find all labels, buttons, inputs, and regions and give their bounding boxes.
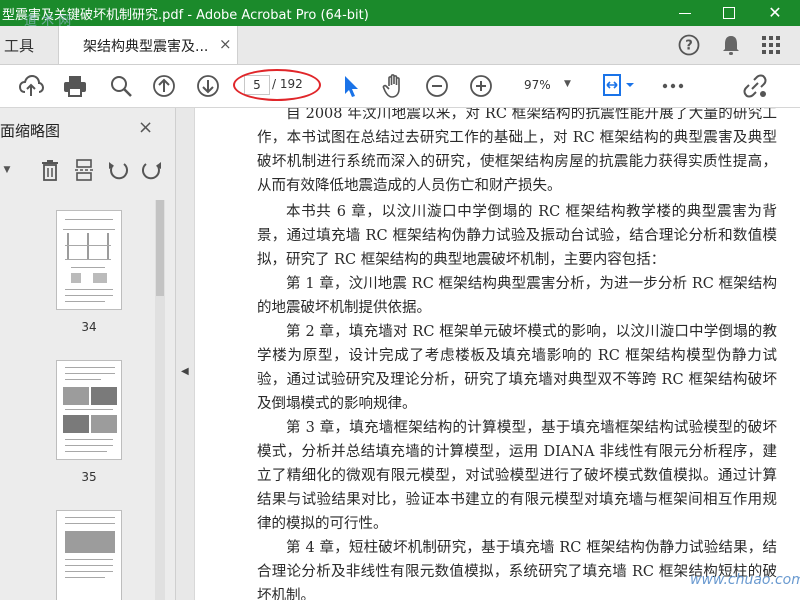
thumbnail-page[interactable] bbox=[56, 360, 122, 460]
app-window: 型震害及关键破坏机制研究.pdf - Adobe Acrobat Pro (64… bbox=[0, 0, 800, 600]
close-window-button[interactable]: ✕ bbox=[752, 0, 798, 26]
panel-options-dropdown[interactable]: ▼ bbox=[0, 158, 14, 182]
panel-title: 面缩略图 bbox=[0, 122, 61, 140]
title-bar: 型震害及关键破坏机制研究.pdf - Adobe Acrobat Pro (64… bbox=[0, 0, 800, 26]
select-tool-button[interactable] bbox=[338, 73, 364, 99]
rotate-left-button[interactable] bbox=[106, 158, 130, 182]
close-icon: ✕ bbox=[768, 3, 782, 22]
tab-document-label: 架结构典型震害及... bbox=[83, 39, 209, 55]
thumbnail-label: 34 bbox=[81, 320, 97, 334]
document-view[interactable]: 自 2008 年汶川地震以来，对 RC 框架结构的抗震性能开展了大量的研究工作，… bbox=[194, 108, 800, 600]
search-button[interactable] bbox=[108, 73, 134, 99]
scrollbar-thumb[interactable] bbox=[156, 200, 164, 296]
more-icon bbox=[662, 83, 684, 89]
thumbnail-label: 35 bbox=[81, 470, 97, 484]
panel-scrollbar[interactable] bbox=[155, 200, 165, 600]
paragraph: 第 2 章，填充墙对 RC 框架单元破坏模式的影响，以汶川漩口中学倒塌的教学楼为… bbox=[257, 324, 777, 412]
help-icon: ? bbox=[678, 34, 700, 56]
extract-page-button[interactable] bbox=[72, 158, 96, 182]
watermark: 道 术 网 bbox=[24, 14, 72, 29]
rotate-right-button[interactable] bbox=[140, 158, 164, 182]
zoom-in-button[interactable] bbox=[468, 73, 494, 99]
help-button[interactable]: ? bbox=[676, 32, 702, 58]
paragraph: 本书共 6 章，以汶川漩口中学倒塌的 RC 框架结构教学楼的典型震害为背景，通过… bbox=[257, 204, 777, 268]
zoom-search-icon bbox=[111, 76, 132, 97]
print-icon bbox=[64, 76, 86, 97]
paragraph: 自 2008 年汶川地震以来，对 RC 框架结构的抗震性能开展了大量的研究工作，… bbox=[257, 108, 777, 194]
panel-close-button[interactable]: × bbox=[138, 117, 153, 138]
hand-tool-icon bbox=[382, 74, 400, 98]
hand-tool-button[interactable] bbox=[381, 73, 407, 99]
trash-icon bbox=[42, 160, 58, 181]
main-toolbar: 5 / 192 97% ▼ bbox=[0, 65, 800, 108]
page-thumbnails-panel: 面缩略图 × ▼ 34 35 bbox=[0, 108, 176, 600]
panel-toolbar: ▼ bbox=[0, 156, 176, 186]
paragraph: 第 3 章，填充墙框架结构的计算模型，基于填充墙框架结构试验模型的破坏模式，分析… bbox=[257, 420, 777, 532]
apps-grid-icon bbox=[762, 36, 780, 54]
tab-tools[interactable]: 工具 bbox=[0, 26, 52, 64]
zoom-select[interactable]: 97% ▼ bbox=[512, 75, 578, 97]
thumbnail-page[interactable] bbox=[56, 510, 122, 600]
zoom-out-button[interactable] bbox=[424, 73, 450, 99]
maximize-icon bbox=[723, 7, 735, 19]
next-page-button[interactable] bbox=[195, 73, 221, 99]
fit-page-button[interactable] bbox=[602, 73, 636, 99]
zoom-out-icon bbox=[426, 75, 448, 97]
notifications-button[interactable] bbox=[718, 32, 744, 58]
select-pointer-icon bbox=[345, 76, 358, 97]
paragraph: 第 4 章，短柱破坏机制研究，基于填充墙 RC 框架结构伪静力试验结果，结合理论… bbox=[257, 540, 777, 600]
zoom-in-icon bbox=[470, 75, 492, 97]
upload-button[interactable] bbox=[18, 73, 44, 99]
cloud-upload-icon bbox=[18, 74, 44, 96]
zoom-value: 97% bbox=[524, 78, 551, 92]
minimize-icon bbox=[679, 12, 691, 14]
share-link-button[interactable] bbox=[742, 73, 768, 99]
tab-bar: 工具 架结构典型震害及... × ? bbox=[0, 26, 800, 65]
chevron-down-icon: ▼ bbox=[564, 79, 571, 89]
fit-page-icon bbox=[603, 74, 634, 96]
apps-button[interactable] bbox=[758, 32, 784, 58]
chevron-down-icon: ▼ bbox=[3, 165, 11, 175]
extract-icon bbox=[75, 159, 93, 181]
print-button[interactable] bbox=[62, 73, 88, 99]
rotate-left-icon bbox=[109, 162, 129, 180]
page-up-icon bbox=[153, 75, 175, 97]
bell-icon bbox=[723, 36, 739, 55]
delete-page-button[interactable] bbox=[38, 158, 62, 182]
maximize-button[interactable] bbox=[706, 0, 752, 26]
chevron-left-icon: ◀ bbox=[181, 366, 189, 377]
thumbnail-page[interactable] bbox=[56, 210, 122, 310]
site-logo: www.chuao.com bbox=[690, 572, 800, 588]
share-link-icon bbox=[743, 74, 767, 98]
paragraph: 第 1 章，汶川地震 RC 框架结构典型震害分析，为进一步分析 RC 框架结构的… bbox=[257, 276, 777, 316]
tab-close-button[interactable]: × bbox=[219, 35, 232, 53]
rotate-right-icon bbox=[141, 162, 161, 180]
previous-page-button[interactable] bbox=[151, 73, 177, 99]
tab-document[interactable]: 架结构典型震害及... × bbox=[58, 26, 238, 64]
more-tools-button[interactable] bbox=[660, 73, 686, 99]
panel-collapse-strip[interactable]: ◀ bbox=[176, 108, 194, 600]
page-down-icon bbox=[197, 75, 219, 97]
svg-text:?: ? bbox=[685, 39, 693, 54]
minimize-button[interactable] bbox=[662, 0, 708, 26]
highlight-oval bbox=[233, 69, 321, 101]
